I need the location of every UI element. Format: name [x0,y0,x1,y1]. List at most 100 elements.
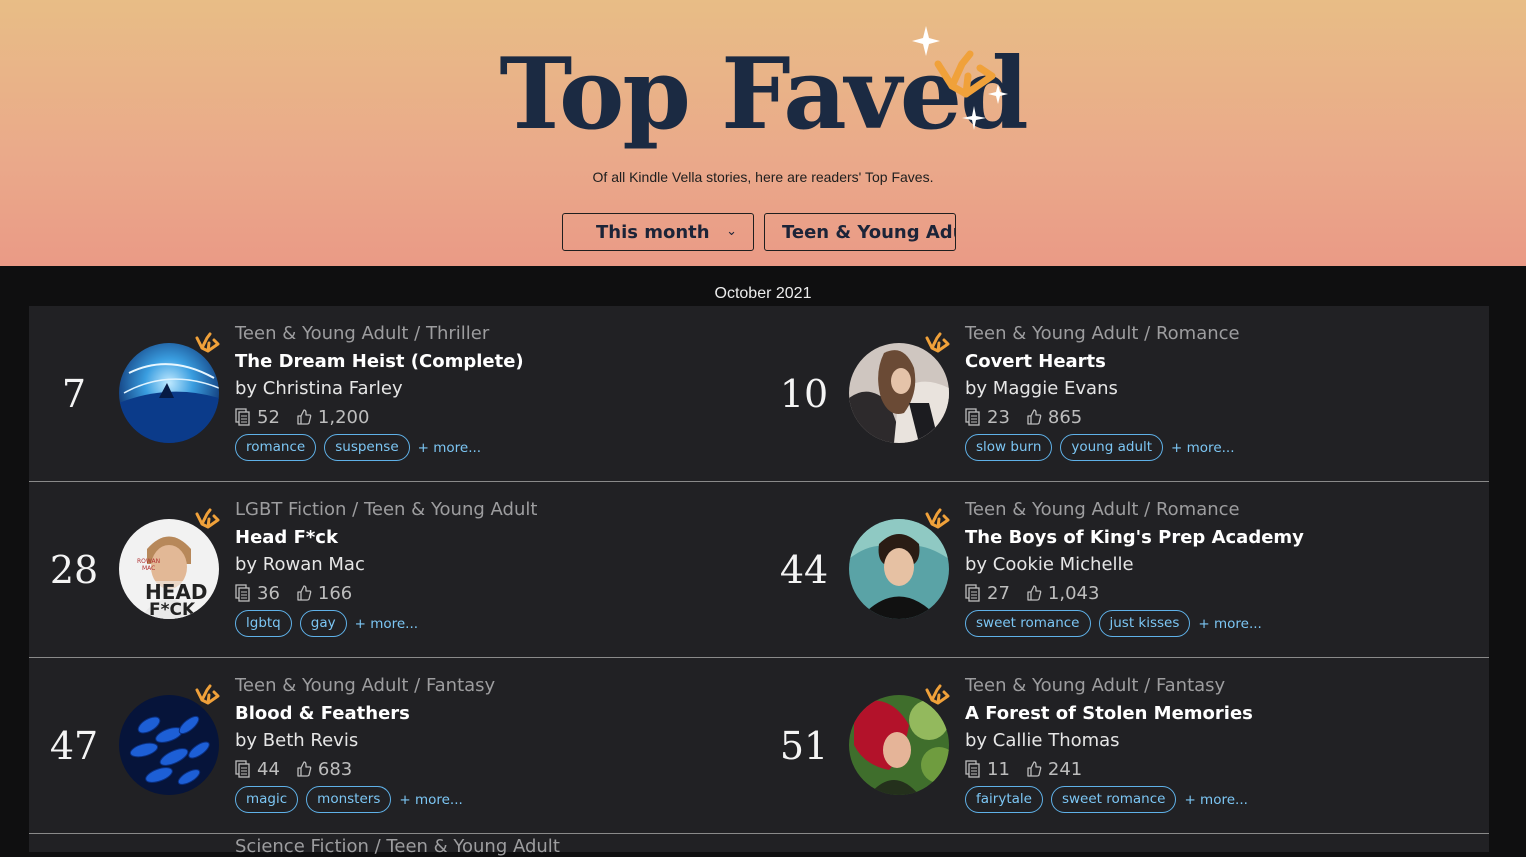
story-cover-avatar[interactable] [119,695,219,795]
story-info: Teen & Young Adult / Romance The Boys of… [965,496,1485,637]
tag-pill[interactable]: magic [235,786,299,813]
episode-count: 23 [987,406,1010,428]
fave-count: 1,200 [317,406,370,428]
top-faved-crown-icon [925,684,950,705]
tag-pill[interactable]: sweet romance [965,610,1091,637]
tag-pill[interactable]: fairytale [965,786,1043,813]
story-tags: romance suspense + more... [235,434,755,461]
episodes-icon [965,584,980,602]
story-tags: magic monsters + more... [235,786,755,813]
thumbs-up-icon [1027,585,1042,601]
story-card[interactable]: 10 Teen & Young Adult / Romance Covert H… [759,306,1489,481]
svg-text:MAC: MAC [142,565,155,572]
story-title-link[interactable]: Covert Hearts [965,348,1485,375]
svg-text:F*CK: F*CK [149,600,196,619]
month-filter-dropdown[interactable]: This month ⌄ [562,213,754,251]
more-tags-link[interactable]: + more... [1171,440,1234,456]
episodes-icon [235,408,250,426]
story-tags: sweet romance just kisses + more... [965,610,1485,637]
rank-number: 44 [779,548,829,592]
story-row: 7 Teen & Young Adult / Thriller The Drea… [29,306,1489,482]
story-author: by Cookie Michelle [965,554,1134,575]
fave-count: 166 [317,582,353,604]
story-tags: fairytale sweet romance + more... [965,786,1485,813]
period-label: October 2021 [714,285,812,302]
top-faved-crown-icon [195,332,220,353]
story-cover-avatar[interactable] [119,343,219,443]
story-genre: Teen & Young Adult / Thriller [235,323,490,344]
tag-pill[interactable]: monsters [306,786,392,813]
story-cover-avatar[interactable] [849,519,949,619]
story-card[interactable]: 44 Teen & Young Adult / Romance The Boys… [759,482,1489,657]
story-stats: 52 1,200 [235,402,755,432]
top-faved-crown-icon [925,508,950,529]
fave-count: 683 [317,758,353,780]
fave-count: 1,043 [1047,582,1100,604]
chevron-down-icon: ⌄ [726,224,737,239]
more-tags-link[interactable]: + more... [1184,792,1247,808]
more-tags-link[interactable]: + more... [418,440,481,456]
episode-count: 52 [257,406,280,428]
episodes-icon [235,584,250,602]
story-info: LGBT Fiction / Teen & Young Adult Head F… [235,496,755,637]
story-stats: 36 166 [235,578,755,608]
story-stats: 44 683 [235,754,755,784]
hero-banner: Top Faved Of all Kindle Vella stories, h… [0,0,1526,266]
rank-number: 10 [779,372,829,416]
tag-pill[interactable]: young adult [1060,434,1164,461]
fave-count: 241 [1047,758,1083,780]
tag-pill[interactable]: gay [299,610,347,637]
story-card[interactable]: 7 Teen & Young Adult / Thriller The Drea… [29,306,759,481]
story-list: 7 Teen & Young Adult / Thriller The Drea… [29,306,1489,857]
story-author: by Maggie Evans [965,378,1118,399]
genre-filter-dropdown[interactable]: Teen & Young Adult [764,213,956,251]
tag-pill[interactable]: sweet romance [1050,786,1177,813]
story-row: 28 ROWAN MAC HEAD F*CK LGBT Fiction / Teen … [29,482,1489,658]
tag-pill[interactable]: slow burn [965,434,1053,461]
top-faved-crown-icon [195,508,220,529]
story-card[interactable]: 28 ROWAN MAC HEAD F*CK LGBT Fiction / Teen … [29,482,759,657]
story-title-link[interactable]: Blood & Feathers [235,700,755,727]
story-row: 47 Teen & Young Adult / Fantasy Blood & … [29,658,1489,834]
more-tags-link[interactable]: + more... [399,792,462,808]
story-card[interactable]: 51 Teen & Young Adult / Fantasy A Forest… [759,658,1489,833]
story-title-link[interactable]: The Boys of King's Prep Academy [965,524,1485,551]
page-subtitle: Of all Kindle Vella stories, here are re… [592,169,934,185]
tag-pill[interactable]: suspense [324,434,410,461]
story-cover-avatar[interactable]: ROWAN MAC HEAD F*CK [119,519,219,619]
thumbs-up-icon [297,761,312,777]
story-genre: Science Fiction / Teen & Young Adult [235,836,560,857]
episode-count: 44 [257,758,280,780]
story-cover-avatar[interactable] [849,695,949,795]
month-filter-label: This month [596,221,710,243]
thumbs-up-icon [297,585,312,601]
story-genre: Teen & Young Adult / Fantasy [235,675,496,696]
story-stats: 27 1,043 [965,578,1485,608]
tag-pill[interactable]: romance [235,434,317,461]
story-info: Teen & Young Adult / Romance Covert Hear… [965,320,1485,461]
rank-number: 47 [49,724,99,768]
story-card[interactable]: 47 Teen & Young Adult / Fantasy Blood & … [29,658,759,833]
row-divider [29,833,1489,834]
more-tags-link[interactable]: + more... [1198,616,1261,632]
story-info: Teen & Young Adult / Fantasy A Forest of… [965,672,1485,813]
svg-text:ROWAN: ROWAN [137,558,160,565]
episodes-icon [235,760,250,778]
episodes-icon [965,760,980,778]
story-title-link[interactable]: The Dream Heist (Complete) [235,348,755,375]
story-cover-avatar[interactable] [849,343,949,443]
story-author: by Callie Thomas [965,730,1120,751]
story-genre: Teen & Young Adult / Romance [965,323,1240,344]
story-title-link[interactable]: Head F*ck [235,524,755,551]
thumbs-up-icon [297,409,312,425]
tag-pill[interactable]: lgbtq [235,610,292,637]
story-info: Teen & Young Adult / Thriller The Dream … [235,320,755,461]
episode-count: 11 [987,758,1010,780]
rank-number: 28 [49,548,99,592]
tag-pill[interactable]: just kisses [1098,610,1191,637]
more-tags-link[interactable]: + more... [355,616,418,632]
story-title-link[interactable]: A Forest of Stolen Memories [965,700,1485,727]
genre-filter-label: Teen & Young Adult [782,221,955,243]
thumbs-up-icon [1027,409,1042,425]
page-title: Top Faved [499,37,1028,152]
